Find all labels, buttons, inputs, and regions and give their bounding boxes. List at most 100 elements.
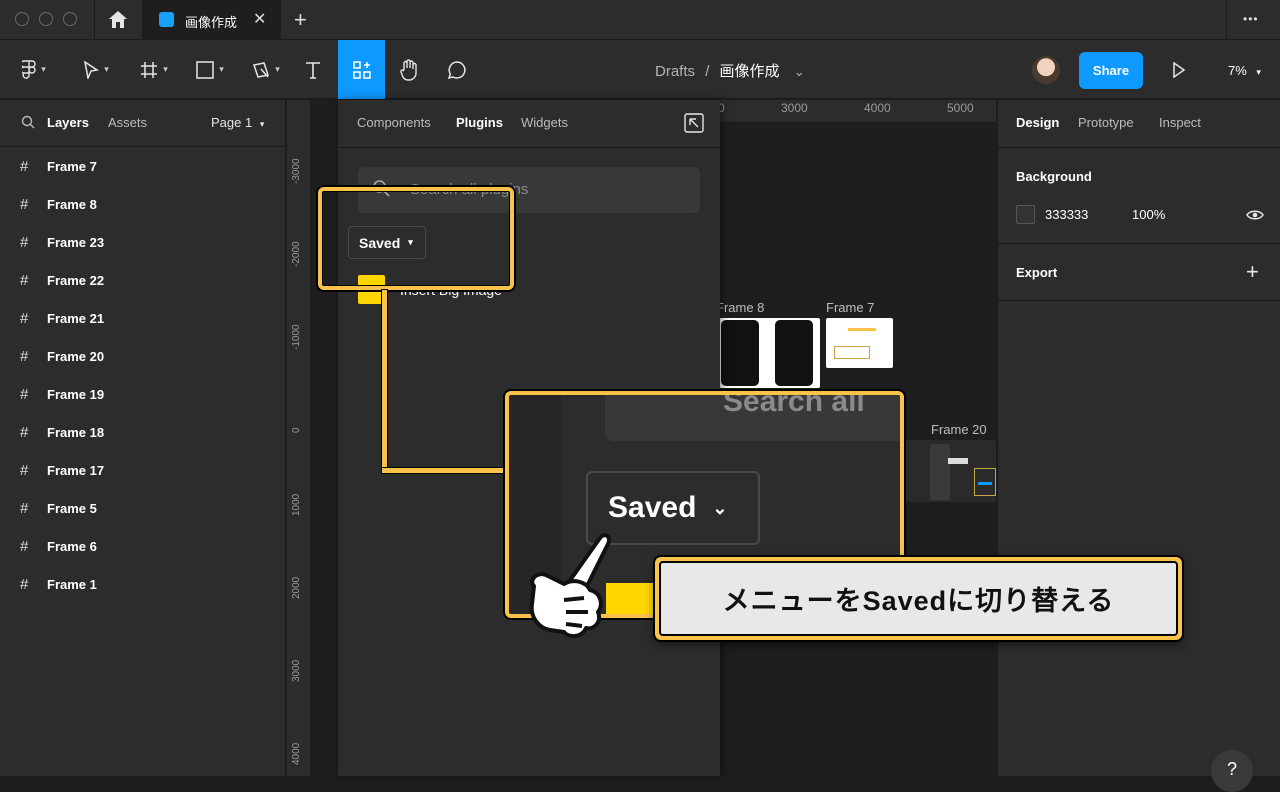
breadcrumb-project[interactable]: Drafts xyxy=(655,63,695,80)
frame-icon: # xyxy=(20,575,29,593)
horizontal-ruler: 2000300040005000 xyxy=(698,100,996,123)
tab-assets[interactable]: Assets xyxy=(108,115,147,130)
frame-icon: # xyxy=(20,499,29,517)
layer-item[interactable]: # Frame 7 xyxy=(0,147,286,185)
layer-name: Frame 21 xyxy=(47,310,105,326)
ruler-tick-label: 2000 xyxy=(291,576,302,599)
share-button[interactable]: Share xyxy=(1079,52,1143,89)
collapse-panel-icon[interactable] xyxy=(684,113,704,138)
connector-line xyxy=(382,468,508,473)
avatar[interactable] xyxy=(1032,56,1060,84)
comment-icon xyxy=(447,60,466,79)
export-section-title: Export xyxy=(1016,265,1058,280)
chevron-down-icon: ▾ xyxy=(259,119,265,129)
layer-item[interactable]: # Frame 22 xyxy=(0,261,286,299)
main-menu-button[interactable]: ▾ xyxy=(14,40,54,99)
layer-item[interactable]: # Frame 21 xyxy=(0,299,286,337)
layer-item[interactable]: # Frame 23 xyxy=(0,223,286,261)
frame-label[interactable]: Frame 7 xyxy=(826,300,874,315)
frame-label[interactable]: Frame 8 xyxy=(716,300,764,315)
frame-icon: # xyxy=(20,157,29,175)
eye-icon[interactable] xyxy=(1246,208,1264,226)
frame-icon: # xyxy=(20,347,29,365)
tab-prototype[interactable]: Prototype xyxy=(1078,115,1134,130)
layer-name: Frame 20 xyxy=(47,348,105,364)
design-panel: Design Prototype Inspect Background 3333… xyxy=(997,100,1280,776)
frame-thumbnail[interactable] xyxy=(826,318,893,368)
chevron-down-icon: ⌄ xyxy=(712,497,728,518)
tab-plugins[interactable]: Plugins xyxy=(456,115,503,130)
hand-icon xyxy=(400,58,417,81)
page-selector[interactable]: Page 1 ▾ xyxy=(211,115,264,130)
pen-tool-button[interactable]: ▾ xyxy=(246,40,286,99)
thumbnail-bar xyxy=(848,328,876,331)
window-minimize-dot[interactable] xyxy=(39,12,53,26)
frame-tool-button[interactable]: ▾ xyxy=(134,40,174,99)
comment-tool-button[interactable] xyxy=(444,40,470,99)
frame-label[interactable]: Frame 20 xyxy=(931,422,987,437)
shape-tool-button[interactable]: ▾ xyxy=(190,40,230,99)
background-section-title: Background xyxy=(1016,169,1092,184)
ruler-tick-label: 0 xyxy=(291,427,302,433)
ruler-tick-label: 3000 xyxy=(781,101,808,115)
figma-logo-icon xyxy=(22,59,36,79)
chevron-down-icon[interactable]: ⌄ xyxy=(794,64,805,79)
thumbnail-box xyxy=(834,346,870,359)
layer-item[interactable]: # Frame 19 xyxy=(0,375,286,413)
layer-item[interactable]: # Frame 18 xyxy=(0,413,286,451)
breadcrumb-file[interactable]: 画像作成 xyxy=(720,63,780,80)
layer-name: Frame 7 xyxy=(47,158,97,174)
help-button[interactable]: ? xyxy=(1211,750,1253,792)
ruler-tick-label: 4000 xyxy=(291,742,302,765)
tab-layers[interactable]: Layers xyxy=(47,115,89,130)
layer-item[interactable]: # Frame 5 xyxy=(0,489,286,527)
layer-item[interactable]: # Frame 8 xyxy=(0,185,286,223)
resources-tool-button[interactable] xyxy=(338,40,385,99)
frame-thumbnail[interactable] xyxy=(904,440,996,502)
frame-icon: # xyxy=(20,195,29,213)
window-close-dot[interactable] xyxy=(15,12,29,26)
hand-tool-button[interactable] xyxy=(396,40,422,99)
layer-item[interactable]: # Frame 6 xyxy=(0,527,286,565)
tab-design[interactable]: Design xyxy=(1016,115,1059,130)
connector-line xyxy=(382,290,387,473)
layer-item[interactable]: # Frame 17 xyxy=(0,451,286,489)
resources-icon xyxy=(352,60,371,79)
tab-close-icon[interactable]: ✕ xyxy=(253,9,266,29)
tab-widgets[interactable]: Widgets xyxy=(521,115,568,130)
move-tool-button[interactable]: ▾ xyxy=(76,40,116,99)
ruler-tick-label: -1000 xyxy=(291,324,302,350)
layer-name: Frame 18 xyxy=(47,424,105,440)
frame-thumbnail[interactable] xyxy=(719,318,820,388)
layer-item[interactable]: # Frame 20 xyxy=(0,337,286,375)
background-opacity-field[interactable]: 100% xyxy=(1132,207,1165,222)
background-hex-field[interactable]: 333333 xyxy=(1045,207,1088,222)
frame-icon: # xyxy=(20,537,29,555)
rectangle-icon xyxy=(196,60,214,79)
home-icon[interactable] xyxy=(108,10,128,34)
new-tab-icon[interactable]: + xyxy=(294,7,307,33)
tab-components[interactable]: Components xyxy=(357,115,431,130)
background-color-swatch[interactable] xyxy=(1016,205,1035,224)
file-tab[interactable]: 画像作成 ✕ xyxy=(143,0,281,40)
frame-icon xyxy=(141,61,158,78)
chevron-down-icon: ▾ xyxy=(1256,67,1261,77)
ruler-tick-label: 1000 xyxy=(291,493,302,516)
divider xyxy=(998,300,1280,301)
present-play-icon[interactable] xyxy=(1172,61,1186,83)
window-maximize-dot[interactable] xyxy=(63,12,77,26)
layer-item[interactable]: # Frame 1 xyxy=(0,565,286,603)
more-icon[interactable]: ••• xyxy=(1243,12,1259,26)
add-export-icon[interactable]: + xyxy=(1246,259,1259,285)
layer-name: Frame 17 xyxy=(47,462,105,478)
breadcrumb[interactable]: Drafts / 画像作成 ⌄ xyxy=(655,60,805,81)
divider xyxy=(1226,0,1227,40)
search-icon[interactable] xyxy=(21,115,35,134)
text-tool-button[interactable] xyxy=(300,40,326,99)
zoom-dropdown[interactable]: 7% ▾ xyxy=(1228,63,1261,78)
divider xyxy=(94,0,95,40)
frame-icon: # xyxy=(20,233,29,251)
figma-file-icon xyxy=(159,12,174,27)
tab-inspect[interactable]: Inspect xyxy=(1159,115,1201,130)
tab-title: 画像作成 xyxy=(185,15,238,30)
